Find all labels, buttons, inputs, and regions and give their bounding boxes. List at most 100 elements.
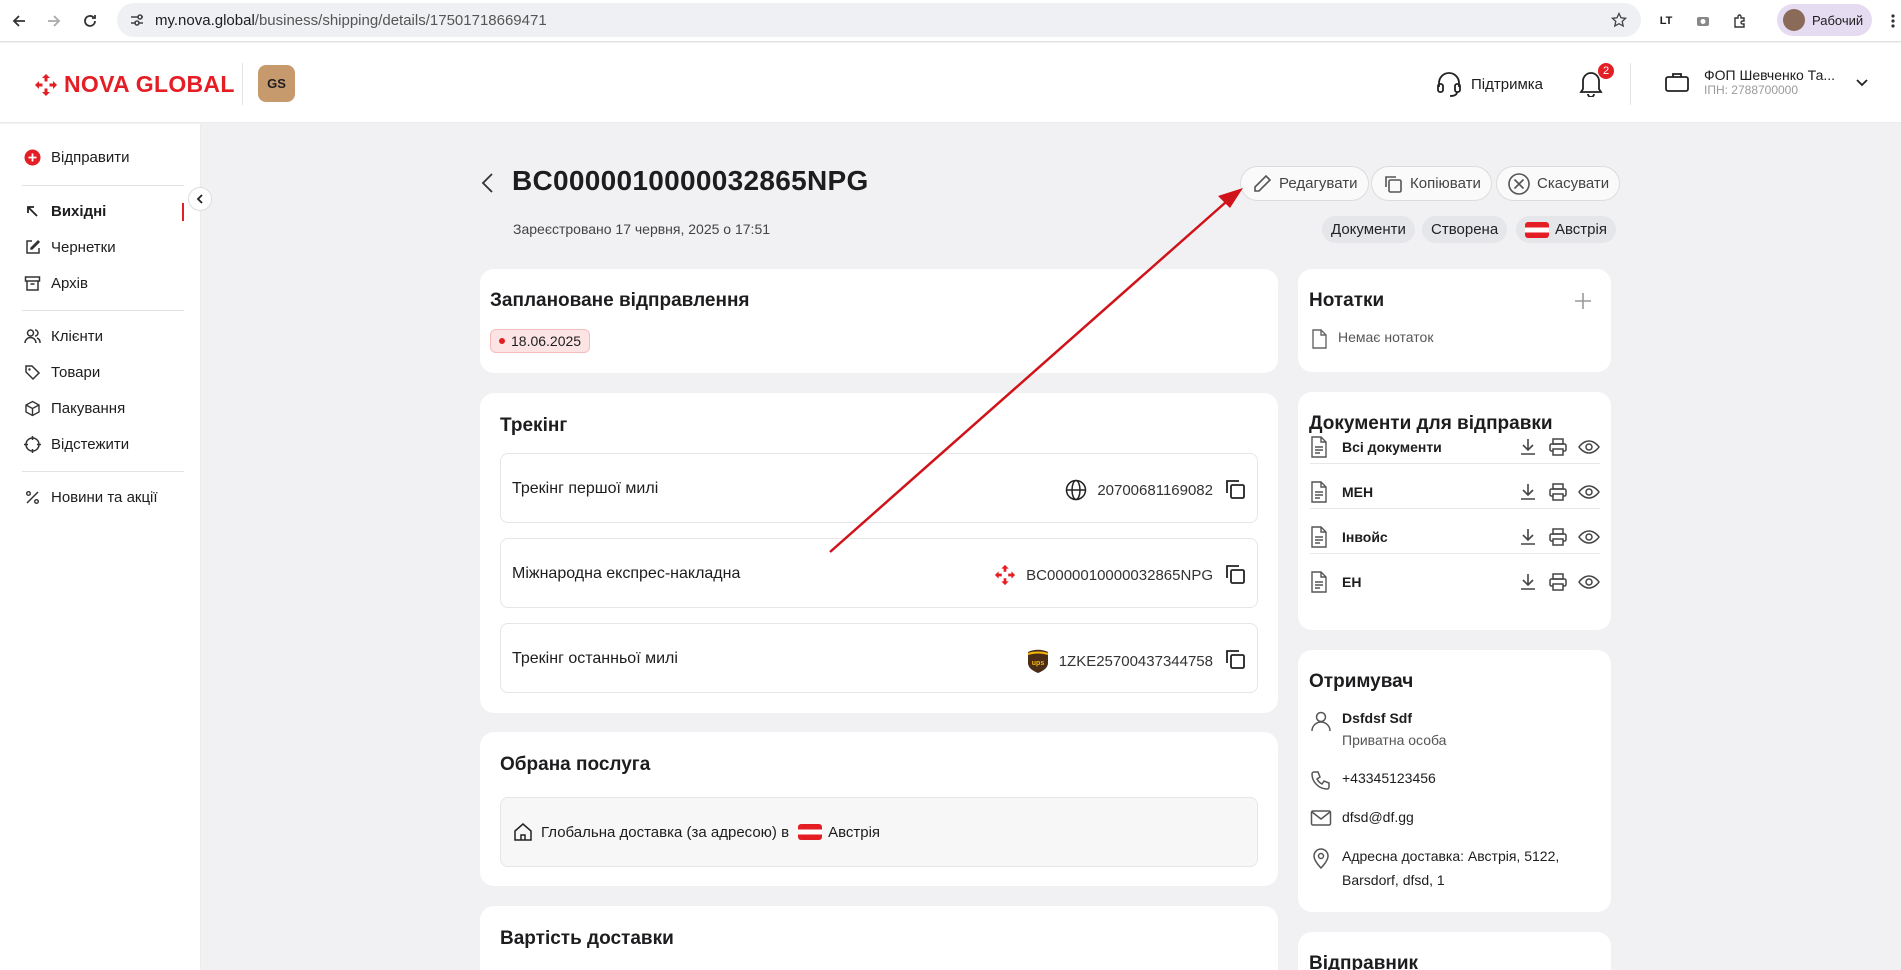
camera-extension-icon[interactable] xyxy=(1688,6,1718,36)
sidebar-item-packaging[interactable]: Пакування xyxy=(24,400,125,417)
svg-text:ups: ups xyxy=(1031,660,1044,667)
download-icon[interactable] xyxy=(1518,437,1538,457)
sidebar-item-archive[interactable]: Архів xyxy=(24,275,88,292)
document-label: Інвойс xyxy=(1342,529,1388,545)
sidebar-label: Відправити xyxy=(51,149,130,166)
eye-icon[interactable] xyxy=(1578,437,1600,457)
sidebar-label: Товари xyxy=(51,364,101,381)
recipient-address-line: Адресна доставка: Австрія, 5122, xyxy=(1342,848,1560,864)
recipient-title: Отримувач xyxy=(1309,671,1414,692)
austria-flag-icon xyxy=(798,824,823,840)
headset-icon xyxy=(1437,72,1461,97)
sidebar-item-clients[interactable]: Клієнти xyxy=(24,328,103,345)
cancel-label: Скасувати xyxy=(1537,175,1610,192)
copy-label: Копіювати xyxy=(1410,175,1481,192)
eye-icon[interactable] xyxy=(1578,527,1600,547)
plus-circle-icon xyxy=(24,149,41,166)
sender-title: Відправник xyxy=(1309,953,1419,970)
copy-icon[interactable] xyxy=(1223,477,1247,501)
notes-title: Нотатки xyxy=(1309,290,1385,311)
tracking-label: Трекінг останньої милі xyxy=(512,650,678,667)
country-chip: Австрія xyxy=(1516,216,1616,243)
pencil-icon xyxy=(1254,174,1272,192)
selected-service: Глобальна доставка (за адресою) в Австрі… xyxy=(500,797,1258,867)
gs-badge[interactable]: GS xyxy=(258,65,295,102)
sidebar-label: Вихідні xyxy=(51,203,107,220)
print-icon[interactable] xyxy=(1548,572,1568,592)
sidebar-label: Відстежити xyxy=(51,436,130,453)
eye-icon[interactable] xyxy=(1578,482,1600,502)
tracking-number: 1ZKE25700437344758 xyxy=(1058,652,1213,670)
nova-global-logo[interactable]: NOVA GLOBAL xyxy=(34,71,235,98)
forward-arrow-icon[interactable] xyxy=(36,3,72,39)
browser-menu-icon[interactable] xyxy=(1878,6,1901,36)
extensions-puzzle-icon[interactable] xyxy=(1725,6,1755,36)
document-label: Всі документи xyxy=(1342,439,1442,455)
nova-logo-icon xyxy=(995,564,1016,586)
documents-chip[interactable]: Документи xyxy=(1322,216,1415,243)
austria-flag-icon xyxy=(1525,221,1549,238)
globe-icon xyxy=(1066,479,1087,501)
service-text: Глобальна доставка (за адресою) в xyxy=(541,823,790,841)
support-link[interactable]: Підтримка xyxy=(1435,71,1543,97)
download-icon[interactable] xyxy=(1518,482,1538,502)
add-note-plus-icon[interactable] xyxy=(1574,292,1592,310)
back-chevron-icon[interactable] xyxy=(480,172,496,194)
document-icon xyxy=(1311,436,1327,458)
address-bar[interactable]: my.nova.global/business/shipping/details… xyxy=(117,3,1641,37)
avatar xyxy=(1783,9,1805,31)
notification-count-badge: 2 xyxy=(1598,63,1614,79)
sidebar-item-goods[interactable]: Товари xyxy=(24,364,100,381)
copy-icon[interactable] xyxy=(1223,562,1247,586)
sidebar-label: Пакування xyxy=(51,400,126,417)
tracking-number: 20700681169082 xyxy=(1097,481,1213,499)
tag-icon xyxy=(25,365,41,381)
lt-extension-icon[interactable]: LT xyxy=(1651,6,1681,36)
arrow-up-left-icon xyxy=(27,206,38,217)
sidebar-collapse-button[interactable] xyxy=(188,187,212,211)
sidebar: Відправити Вихідні Чернетки Архів Клієнт… xyxy=(0,124,201,970)
registration-date: Зареєстровано 17 червня, 2025 о 17:51 xyxy=(513,221,771,237)
support-label: Підтримка xyxy=(1471,75,1544,93)
copy-icon[interactable] xyxy=(1223,647,1247,671)
tracking-title: Трекінг xyxy=(500,415,568,436)
active-indicator xyxy=(182,203,184,221)
download-icon[interactable] xyxy=(1518,572,1538,592)
print-icon[interactable] xyxy=(1548,437,1568,457)
back-arrow-icon[interactable] xyxy=(1,3,37,39)
cancel-button[interactable]: Скасувати xyxy=(1496,166,1621,201)
chevron-down-icon xyxy=(1856,79,1868,87)
tracking-label: Міжнародна експрес-накладна xyxy=(512,565,741,582)
account-inn: ІПН: 2788700000 xyxy=(1704,83,1799,97)
account-name: ФОП Шевченко Та... xyxy=(1704,67,1836,83)
sidebar-item-track[interactable]: Відстежити xyxy=(24,436,129,453)
print-icon[interactable] xyxy=(1548,527,1568,547)
sidebar-item-send[interactable]: Відправити xyxy=(24,149,130,166)
recipient-address-line: Barsdorf, dfsd, 1 xyxy=(1342,872,1445,888)
edit-button[interactable]: Редагувати xyxy=(1240,166,1369,201)
planned-date-badge: 18.06.2025 xyxy=(490,329,591,353)
browser-profile-button[interactable]: Рабочий xyxy=(1777,4,1872,36)
sidebar-item-drafts[interactable]: Чернетки xyxy=(24,239,116,256)
sidebar-item-news[interactable]: Новини та акції xyxy=(24,489,158,506)
url-text: my.nova.global/business/shipping/details… xyxy=(155,11,547,29)
download-icon[interactable] xyxy=(1518,527,1538,547)
nova-logo-icon xyxy=(35,73,57,96)
reload-icon[interactable] xyxy=(72,3,108,39)
site-settings-icon[interactable] xyxy=(129,12,145,28)
profile-label: Рабочий xyxy=(1812,12,1864,28)
recipient-person: Dsfdsf Sdf Приватна особа xyxy=(1310,710,1446,748)
copy-button[interactable]: Копіювати xyxy=(1371,166,1492,201)
planned-shipment-card xyxy=(480,269,1278,373)
shipment-number: BC0000010000032865NPG xyxy=(512,165,869,196)
account-switcher[interactable]: ФОП Шевченко Та... ІПН: 2788700000 xyxy=(1664,67,1869,97)
tracking-row-express: Міжнародна експрес-накладна BC0000010000… xyxy=(500,538,1258,608)
recipient-address-row: Адресна доставка: Австрія, 5122, Barsdor… xyxy=(1310,847,1559,892)
sidebar-item-outgoing[interactable]: Вихідні xyxy=(24,203,106,220)
eye-icon[interactable] xyxy=(1578,572,1600,592)
notes-empty: Немає нотаток xyxy=(1310,329,1433,349)
divider xyxy=(1310,553,1600,554)
recipient-phone-row: +43345123456 xyxy=(1310,770,1436,790)
bookmark-star-icon[interactable] xyxy=(1611,12,1627,28)
print-icon[interactable] xyxy=(1548,482,1568,502)
